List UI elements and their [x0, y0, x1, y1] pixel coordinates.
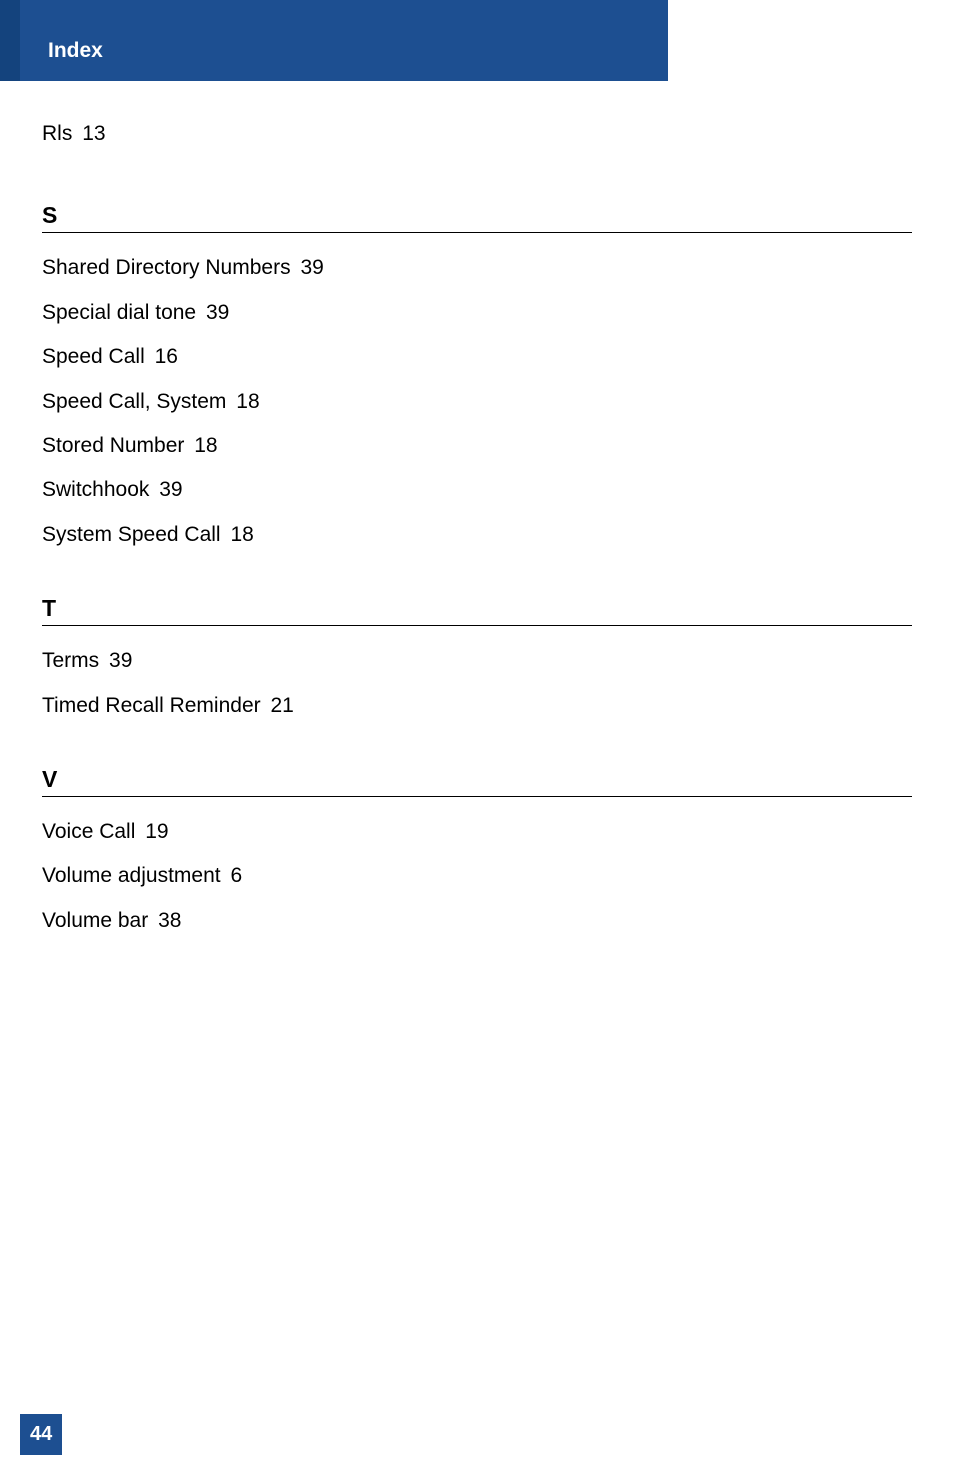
header-title: Index	[20, 27, 131, 81]
index-entry: Rls 13	[42, 119, 912, 148]
letter-heading-t: T	[42, 595, 912, 626]
index-entry: Speed Call, System 18	[42, 387, 912, 416]
index-entry: Volume adjustment 6	[42, 861, 912, 890]
header-bar: Index	[0, 0, 668, 81]
entry-page: 39	[300, 256, 323, 279]
entry-term: System Speed Call	[42, 523, 221, 546]
entry-page: 13	[82, 122, 105, 145]
index-entry: Volume bar 38	[42, 906, 912, 935]
header-accent	[0, 0, 20, 81]
entry-term: Speed Call	[42, 345, 145, 368]
entry-page: 18	[230, 523, 253, 546]
entry-page: 6	[230, 864, 242, 887]
entry-page: 19	[145, 820, 168, 843]
entry-page: 18	[194, 434, 217, 457]
index-entry: Timed Recall Reminder 21	[42, 691, 912, 720]
entry-term: Timed Recall Reminder	[42, 694, 261, 717]
entry-term: Rls	[42, 122, 72, 145]
entry-term: Volume adjustment	[42, 864, 221, 887]
entry-term: Volume bar	[42, 909, 148, 932]
entry-page: 21	[270, 694, 293, 717]
index-content: Rls 13 S Shared Directory Numbers 39 Spe…	[0, 81, 954, 935]
index-entry: Special dial tone 39	[42, 298, 912, 327]
index-entry: System Speed Call 18	[42, 520, 912, 549]
entry-page: 18	[236, 390, 259, 413]
letter-heading-s: S	[42, 202, 912, 233]
letter-heading-v: V	[42, 766, 912, 797]
page-number: 44	[20, 1414, 62, 1455]
entry-term: Terms	[42, 649, 99, 672]
index-entry: Switchhook 39	[42, 475, 912, 504]
index-entry: Speed Call 16	[42, 342, 912, 371]
entry-term: Stored Number	[42, 434, 184, 457]
index-entry: Stored Number 18	[42, 431, 912, 460]
entry-page: 39	[159, 478, 182, 501]
entry-term: Switchhook	[42, 478, 149, 501]
index-entry: Voice Call 19	[42, 817, 912, 846]
entry-term: Special dial tone	[42, 301, 196, 324]
index-entry: Shared Directory Numbers 39	[42, 253, 912, 282]
entry-term: Voice Call	[42, 820, 135, 843]
entry-page: 39	[109, 649, 132, 672]
index-entry: Terms 39	[42, 646, 912, 675]
entry-term: Speed Call, System	[42, 390, 226, 413]
entry-page: 39	[206, 301, 229, 324]
entry-term: Shared Directory Numbers	[42, 256, 291, 279]
entry-page: 38	[158, 909, 181, 932]
entry-page: 16	[155, 345, 178, 368]
